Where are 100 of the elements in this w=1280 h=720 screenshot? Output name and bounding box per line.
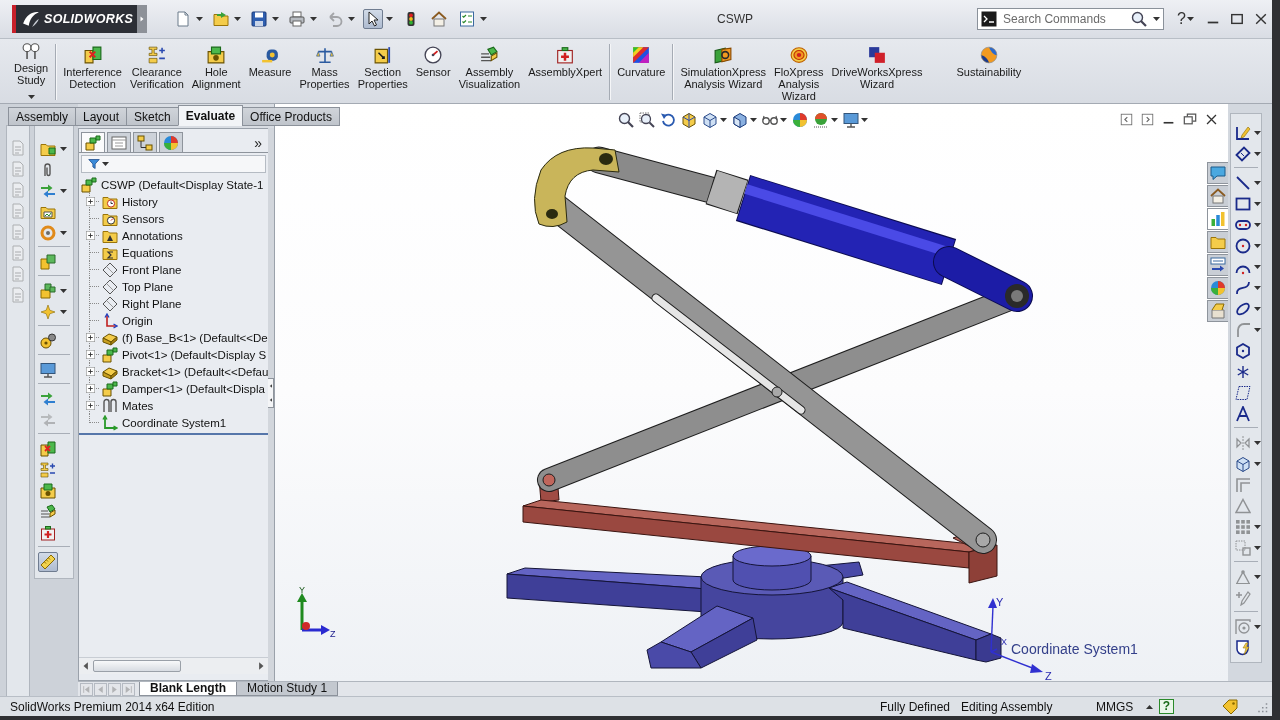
search-input[interactable]: Search Commands	[1003, 12, 1126, 26]
ribbon-button[interactable]: Sustainability	[952, 39, 1026, 78]
ribbon-button[interactable]: Interference Detection	[59, 39, 126, 90]
scroll-left-icon[interactable]	[81, 661, 91, 671]
expand-toggle[interactable]	[85, 401, 95, 410]
task-pane-tab[interactable]	[1207, 208, 1228, 230]
caret-icon[interactable]	[1254, 130, 1261, 135]
tree-item[interactable]: CSWP (Default<Display State-1	[100, 178, 265, 191]
menu-flyout-button[interactable]	[137, 5, 148, 33]
shield-lightning-icon[interactable]	[1235, 639, 1251, 656]
magnifier-icon[interactable]	[638, 112, 655, 128]
tree-item[interactable]: Right Plane	[121, 297, 183, 310]
tree-item[interactable]: Annotations	[121, 229, 184, 242]
tree-item[interactable]: Damper<1> (Default<Displa	[121, 382, 266, 395]
horizontal-scrollbar[interactable]	[79, 657, 268, 674]
line-icon[interactable]	[1235, 174, 1251, 191]
ribbon-button[interactable]: Sensor	[411, 39, 455, 78]
caret-icon[interactable]	[480, 17, 488, 21]
caret-icon[interactable]	[1153, 17, 1161, 21]
hexagon-icon[interactable]	[1235, 342, 1251, 359]
caret-icon[interactable]	[1254, 222, 1261, 227]
caret-icon[interactable]	[1146, 704, 1153, 709]
caret-icon[interactable]	[1187, 17, 1194, 21]
close-icon[interactable]	[1254, 12, 1268, 26]
command-tab[interactable]: Evaluate	[177, 105, 244, 126]
restore-icon[interactable]	[1183, 112, 1197, 126]
search-field[interactable]: Search Commands	[977, 8, 1165, 30]
caret-icon[interactable]	[1254, 264, 1261, 269]
tree-item[interactable]: Mates	[121, 399, 155, 412]
ribbon-button[interactable]: AssemblyXpert	[524, 39, 607, 78]
ribbon-button[interactable]: Mass Properties	[295, 39, 354, 90]
caret-icon[interactable]	[1254, 624, 1261, 629]
expand-toggle[interactable]	[85, 350, 95, 359]
ribbon-button[interactable]: Measure	[244, 39, 296, 78]
caret-icon[interactable]	[1254, 180, 1261, 185]
tag-icon[interactable]	[1222, 698, 1238, 715]
panel-tab[interactable]	[133, 132, 157, 152]
caret-icon[interactable]	[196, 17, 204, 21]
tile-left-icon[interactable]	[1120, 112, 1133, 126]
caret-icon[interactable]	[102, 162, 109, 166]
caret-icon[interactable]	[1254, 440, 1261, 445]
caret-icon[interactable]	[1254, 327, 1261, 332]
ribbon-button[interactable]: Clearance Verification	[125, 39, 188, 90]
caret-icon[interactable]	[348, 17, 356, 21]
circle-icon[interactable]	[1235, 237, 1251, 254]
command-tab[interactable]: Assembly	[8, 107, 76, 126]
units-label[interactable]: MMGS	[1096, 699, 1146, 714]
close-icon[interactable]	[1205, 112, 1218, 126]
spline-icon[interactable]	[1235, 279, 1251, 296]
panel-tab[interactable]	[107, 132, 131, 152]
caret-icon[interactable]	[830, 118, 838, 122]
tree-item[interactable]: Top Plane	[121, 280, 175, 293]
caret-icon[interactable]	[310, 17, 318, 21]
caret-icon[interactable]	[1254, 151, 1261, 156]
caret-icon[interactable]	[1254, 201, 1261, 206]
tree-item[interactable]: Pivot<1> (Default<Display S	[121, 348, 268, 361]
caret-icon[interactable]	[749, 118, 757, 122]
scrollbar-thumb[interactable]	[93, 660, 181, 672]
ellipse-icon[interactable]	[1235, 300, 1251, 317]
rectangle-icon[interactable]	[1235, 195, 1251, 212]
panel-tab[interactable]	[81, 132, 105, 152]
cube-icon[interactable]	[1235, 455, 1251, 472]
caret-icon[interactable]	[234, 17, 242, 21]
tree-item[interactable]: Sensors	[121, 212, 166, 225]
task-pane-tab[interactable]	[1207, 185, 1228, 207]
caret-icon[interactable]	[60, 288, 67, 293]
ribbon-button[interactable]: Assembly Visualization	[454, 39, 525, 90]
caret-icon[interactable]	[1254, 285, 1261, 290]
help-button[interactable]: ?	[1176, 10, 1187, 28]
caret-icon[interactable]	[60, 230, 67, 235]
caret-icon[interactable]	[386, 17, 394, 21]
ribbon-button[interactable]: DriveWorksXpress Wizard	[827, 39, 927, 90]
caret-icon[interactable]	[1254, 243, 1261, 248]
caret-icon[interactable]	[1254, 306, 1261, 311]
expand-toggle[interactable]	[85, 367, 95, 376]
ribbon-button[interactable]: Section Properties	[353, 39, 412, 90]
caret-icon[interactable]	[860, 118, 868, 122]
maximize-icon[interactable]	[1230, 12, 1244, 26]
caret-icon[interactable]	[272, 17, 280, 21]
expand-toggle[interactable]	[85, 231, 95, 240]
ribbon-button[interactable]: FloXpress Analysis Wizard	[770, 39, 828, 102]
expand-toggle[interactable]	[85, 197, 95, 206]
tree-item[interactable]: (f) Base_B<1> (Default<<De	[121, 331, 269, 344]
command-tab[interactable]: Sketch	[126, 107, 179, 126]
study-tab[interactable]: Motion Study 1	[236, 682, 339, 696]
shaded-cube-icon[interactable]	[731, 112, 748, 128]
tree-item[interactable]: Front Plane	[121, 263, 183, 276]
curved-arrow-icon[interactable]	[659, 112, 676, 128]
study-tab[interactable]: Blank Length	[139, 682, 237, 696]
sketch-pencil-icon[interactable]	[1235, 124, 1251, 141]
caret-icon[interactable]	[779, 118, 787, 122]
ribbon-button[interactable]: SimulationXpress Analysis Wizard	[676, 39, 771, 90]
ribbon-button[interactable]: Curvature	[613, 39, 670, 78]
color-sphere-icon[interactable]	[791, 112, 808, 128]
text-tool-icon[interactable]	[1235, 405, 1251, 422]
caret-icon[interactable]	[27, 95, 35, 99]
ribbon-button[interactable]: Hole Alignment	[187, 39, 245, 90]
cube-icon[interactable]	[701, 112, 718, 128]
expand-toggle[interactable]	[85, 333, 95, 342]
monitor-icon[interactable]	[842, 112, 859, 128]
